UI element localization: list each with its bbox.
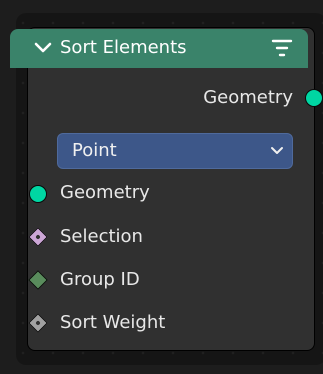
socket-dot: [35, 234, 41, 240]
chevron-down-icon[interactable]: [32, 37, 54, 59]
input-geometry-label: Geometry: [60, 182, 150, 203]
input-sort-weight-label: Sort Weight: [60, 312, 166, 333]
chevron-down-icon: [271, 147, 283, 154]
node-title: Sort Elements: [60, 37, 187, 58]
filter-icon[interactable]: [270, 36, 294, 60]
socket-dot: [35, 320, 41, 326]
output-geometry-socket[interactable]: [305, 89, 323, 107]
input-group-id-label: Group ID: [60, 269, 140, 290]
input-geometry-socket[interactable]: [29, 185, 47, 203]
domain-dropdown[interactable]: Point: [57, 133, 293, 169]
node-header[interactable]: Sort Elements: [10, 29, 308, 68]
domain-selected-value: Point: [72, 140, 117, 161]
input-selection-label: Selection: [60, 226, 143, 247]
output-geometry-label: Geometry: [203, 87, 293, 108]
